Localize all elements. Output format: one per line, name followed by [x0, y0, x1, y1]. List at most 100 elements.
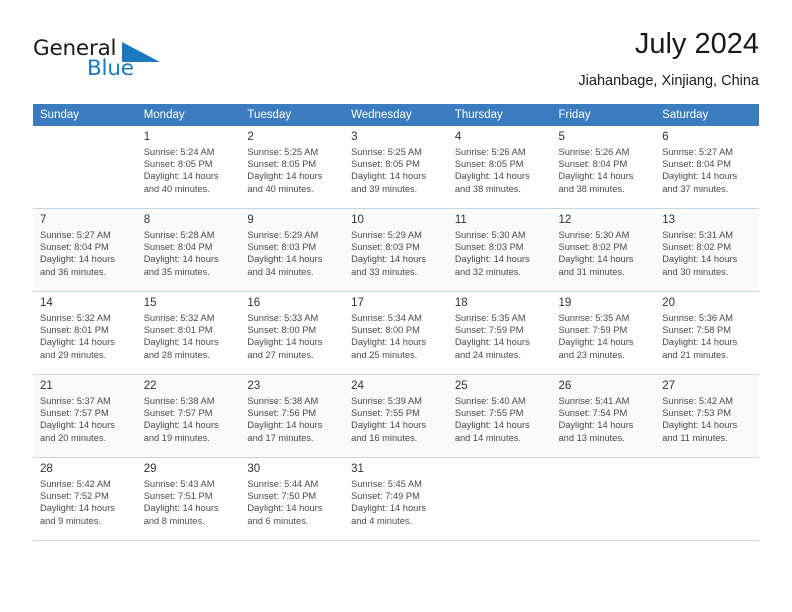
calendar-day-cell[interactable]: 11 Sunrise: 5:30 AM Sunset: 8:03 PM Dayligh…: [447, 208, 552, 292]
calendar-day-cell[interactable]: 28 Sunrise: 5:42 AM Sunset: 7:52 PM Dayligh…: [33, 457, 137, 541]
daylight-text-line1: Daylight: 14 hours: [662, 420, 738, 431]
calendar-day-cell[interactable]: 20 Sunrise: 5:36 AM Sunset: 7:58 PM Dayligh…: [655, 291, 759, 375]
day-number: 21: [40, 380, 53, 392]
calendar-day-cell[interactable]: 19 Sunrise: 5:35 AM Sunset: 7:59 PM Dayligh…: [551, 291, 656, 375]
daylight-text-line1: Daylight: 14 hours: [558, 254, 634, 265]
day-number: 20: [662, 297, 676, 309]
day-number: 6: [662, 131, 669, 143]
sunrise-text: Sunrise: 5:38 AM: [247, 396, 319, 406]
calendar-day-cell[interactable]: 31 Sunrise: 5:45 AM Sunset: 7:49 PM Dayligh…: [344, 457, 448, 541]
calendar-day-cell[interactable]: 23 Sunrise: 5:38 AM Sunset: 7:56 PM Dayligh…: [240, 374, 345, 458]
sunset-text: Sunset: 8:04 PM: [40, 242, 109, 253]
calendar-day-cell[interactable]: 2 Sunrise: 5:25 AM Sunset: 8:05 PM Daylight…: [240, 126, 345, 209]
calendar-week-row: 1 Sunrise: 5:24 AM Sunset: 8:05 PM Daylight…: [33, 126, 759, 209]
sunset-text: Sunset: 8:01 PM: [143, 325, 213, 336]
sunset-text: Sunset: 8:02 PM: [558, 242, 628, 253]
general-blue-logo: General Blue: [33, 36, 233, 88]
sunrise-text: Sunrise: 5:44 AM: [247, 479, 319, 489]
sunset-text: Sunset: 8:05 PM: [143, 159, 213, 170]
sunrise-text: Sunrise: 5:42 AM: [40, 479, 111, 489]
calendar-day-cell[interactable]: 6 Sunrise: 5:27 AM Sunset: 8:04 PM Daylight…: [655, 126, 759, 209]
daylight-text-line2: and 35 minutes.: [143, 266, 210, 277]
daylight-text-line1: Daylight: 14 hours: [247, 503, 323, 514]
calendar-day-cell[interactable]: 9 Sunrise: 5:29 AM Sunset: 8:03 PM Daylight…: [240, 208, 345, 292]
daylight-text-line2: and 38 minutes.: [558, 183, 625, 194]
sunset-text: Sunset: 7:56 PM: [247, 408, 317, 419]
day-number: 19: [558, 297, 572, 309]
daylight-text-line2: and 27 minutes.: [247, 349, 314, 360]
daylight-text-line1: Daylight: 14 hours: [454, 171, 530, 182]
sunrise-text: Sunrise: 5:37 AM: [40, 396, 111, 406]
daylight-text-line2: and 36 minutes.: [40, 266, 107, 277]
daylight-text-line1: Daylight: 14 hours: [247, 171, 323, 182]
calendar-day-cell[interactable]: 29 Sunrise: 5:43 AM Sunset: 7:51 PM Dayligh…: [136, 457, 241, 541]
daylight-text-line1: Daylight: 14 hours: [454, 337, 530, 348]
day-number: 24: [351, 380, 364, 392]
daylight-text-line1: Daylight: 14 hours: [247, 337, 323, 348]
calendar-day-cell[interactable]: 4 Sunrise: 5:26 AM Sunset: 8:05 PM Daylight…: [447, 126, 552, 209]
weekday-header-monday: Monday: [136, 104, 241, 126]
daylight-text-line1: Daylight: 14 hours: [351, 254, 427, 265]
calendar-day-cell[interactable]: 21 Sunrise: 5:37 AM Sunset: 7:57 PM Dayligh…: [33, 374, 137, 458]
sunrise-text: Sunrise: 5:26 AM: [454, 147, 526, 157]
daylight-text-line2: and 37 minutes.: [662, 183, 729, 194]
calendar-day-cell[interactable]: 26 Sunrise: 5:41 AM Sunset: 7:54 PM Dayligh…: [551, 374, 656, 458]
daylight-text-line1: Daylight: 14 hours: [662, 254, 738, 265]
sunrise-text: Sunrise: 5:45 AM: [351, 479, 422, 489]
calendar-day-cell[interactable]: 1 Sunrise: 5:24 AM Sunset: 8:05 PM Daylight…: [136, 126, 241, 209]
calendar-day-cell[interactable]: 7 Sunrise: 5:27 AM Sunset: 8:04 PM Daylight…: [33, 208, 137, 292]
calendar-day-cell[interactable]: 3 Sunrise: 5:25 AM Sunset: 8:05 PM Daylight…: [344, 126, 448, 209]
day-number: 30: [247, 463, 261, 475]
sunrise-text: Sunrise: 5:25 AM: [247, 147, 319, 157]
calendar-day-cell[interactable]: 30 Sunrise: 5:44 AM Sunset: 7:50 PM Dayligh…: [240, 457, 345, 541]
calendar-day-cell[interactable]: 24 Sunrise: 5:39 AM Sunset: 7:55 PM Dayligh…: [344, 374, 448, 458]
calendar-day-cell[interactable]: 16 Sunrise: 5:33 AM Sunset: 8:00 PM Dayligh…: [240, 291, 345, 375]
sunset-text: Sunset: 8:00 PM: [247, 325, 317, 336]
calendar-day-cell[interactable]: 12 Sunrise: 5:30 AM Sunset: 8:02 PM Dayligh…: [551, 208, 656, 292]
daylight-text-line2: and 20 minutes.: [40, 432, 107, 443]
calendar-day-cell[interactable]: 17 Sunrise: 5:34 AM Sunset: 8:00 PM Dayligh…: [344, 291, 448, 375]
weekday-header-saturday: Saturday: [655, 104, 759, 126]
daylight-text-line2: and 23 minutes.: [558, 349, 625, 360]
sunset-text: Sunset: 8:00 PM: [351, 325, 420, 336]
calendar-day-cell[interactable]: 13 Sunrise: 5:31 AM Sunset: 8:02 PM Dayligh…: [655, 208, 759, 292]
daylight-text-line1: Daylight: 14 hours: [351, 503, 427, 514]
sunset-text: Sunset: 7:54 PM: [558, 408, 628, 419]
sunrise-text: Sunrise: 5:35 AM: [558, 313, 630, 323]
day-number: 3: [351, 131, 358, 143]
daylight-text-line2: and 21 minutes.: [662, 349, 729, 360]
sunset-text: Sunset: 7:50 PM: [247, 491, 317, 502]
calendar-day-cell[interactable]: 10 Sunrise: 5:29 AM Sunset: 8:03 PM Dayligh…: [344, 208, 448, 292]
calendar-day-cell[interactable]: 15 Sunrise: 5:32 AM Sunset: 8:01 PM Dayligh…: [136, 291, 241, 375]
calendar-day-cell[interactable]: 25 Sunrise: 5:40 AM Sunset: 7:55 PM Dayligh…: [447, 374, 552, 458]
calendar-day-cell[interactable]: 18 Sunrise: 5:35 AM Sunset: 7:59 PM Dayligh…: [447, 291, 552, 375]
sunset-text: Sunset: 7:57 PM: [143, 408, 213, 419]
sunset-text: Sunset: 7:57 PM: [40, 408, 109, 419]
daylight-text-line2: and 40 minutes.: [143, 183, 210, 194]
calendar-week-row: 21 Sunrise: 5:37 AM Sunset: 7:57 PM Dayligh…: [33, 374, 759, 458]
day-number: 1: [143, 131, 151, 143]
calendar-day-cell[interactable]: 5 Sunrise: 5:26 AM Sunset: 8:04 PM Daylight…: [551, 126, 656, 209]
day-number: 22: [143, 380, 157, 392]
calendar-day-cell[interactable]: 27 Sunrise: 5:42 AM Sunset: 7:53 PM Dayligh…: [655, 374, 759, 458]
day-number: 16: [247, 297, 261, 309]
daylight-text-line2: and 9 minutes.: [40, 515, 101, 526]
sunrise-text: Sunrise: 5:33 AM: [247, 313, 319, 323]
daylight-text-line1: Daylight: 14 hours: [558, 420, 634, 431]
daylight-text-line1: Daylight: 14 hours: [40, 503, 115, 514]
calendar-day-cell[interactable]: 22 Sunrise: 5:38 AM Sunset: 7:57 PM Dayligh…: [136, 374, 241, 458]
calendar-day-cell[interactable]: [33, 126, 137, 209]
calendar-day-cell[interactable]: 14 Sunrise: 5:32 AM Sunset: 8:01 PM Dayligh…: [33, 291, 137, 375]
sunrise-text: Sunrise: 5:31 AM: [662, 230, 734, 240]
day-number: 8: [143, 214, 151, 226]
sunrise-text: Sunrise: 5:27 AM: [662, 147, 734, 157]
calendar-day-cell-empty: [447, 457, 552, 541]
daylight-text-line2: and 14 minutes.: [454, 432, 521, 443]
daylight-text-line2: and 24 minutes.: [454, 349, 521, 360]
sunrise-sunset-calendar: Sunday Monday Tuesday Wednesday Thursday…: [33, 104, 759, 541]
day-number: 12: [558, 214, 572, 226]
daylight-text-line2: and 16 minutes.: [351, 432, 418, 443]
sunset-text: Sunset: 8:05 PM: [247, 159, 317, 170]
daylight-text-line1: Daylight: 14 hours: [143, 171, 219, 182]
calendar-day-cell[interactable]: 8 Sunrise: 5:28 AM Sunset: 8:04 PM Daylight…: [136, 208, 241, 292]
